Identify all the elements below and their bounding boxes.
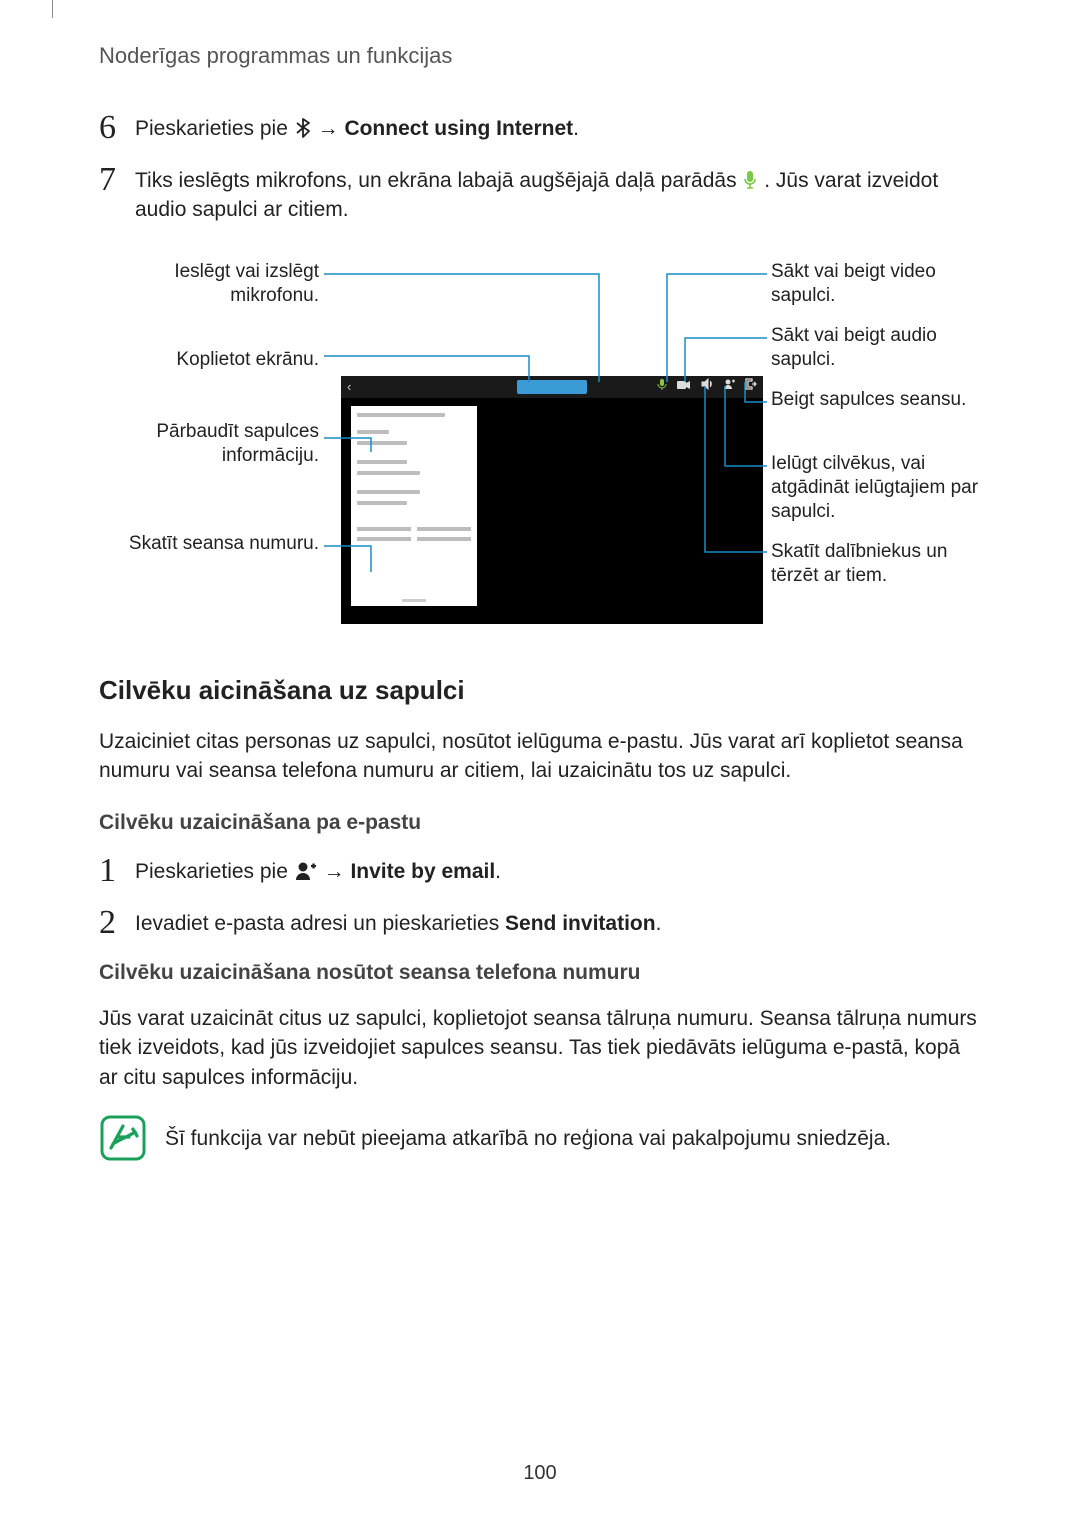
callout-video: Sākt vai beigt video sapulci. (771, 260, 971, 308)
section-title: Cilvēku aicināšana uz sapulci (99, 672, 981, 708)
step-arrow: → (324, 860, 351, 883)
page-number: 100 (0, 1459, 1080, 1487)
step-number: 6 (99, 110, 135, 146)
step-number: 7 (99, 162, 135, 198)
step-invite-1: 1 Pieskarieties pie → Invite by email. (99, 853, 981, 889)
person-add-icon (295, 861, 317, 881)
callout-participants: Skatīt dalībniekus un tērzēt ar tiem. (771, 540, 971, 588)
share-button (517, 380, 587, 394)
period: . (656, 912, 662, 935)
step-arrow: → (318, 117, 345, 140)
note: Šī funkcija var nebūt pieejama atkarībā … (99, 1114, 981, 1170)
callout-end-session: Beigt sapulces seansu. (771, 388, 971, 412)
callout-session-number: Skatīt seansa numuru. (99, 532, 319, 556)
step-invite-2: 2 Ievadiet e-pasta adresi un pieskarieti… (99, 905, 981, 941)
callout-meeting-info: Pārbaudīt sapulces informāciju. (99, 420, 319, 468)
step-6: 6 Pieskarieties pie → Connect using Inte… (99, 110, 981, 146)
period: . (495, 860, 501, 883)
note-text: Šī funkcija var nebūt pieejama atkarībā … (165, 1114, 891, 1153)
step-body: Ievadiet e-pasta adresi un pieskarieties… (135, 905, 981, 938)
step-text: Ievadiet e-pasta adresi un pieskarieties (135, 912, 505, 935)
step-text: Pieskarieties pie (135, 860, 294, 883)
step-body: Tiks ieslēgts mikrofons, un ekrāna labaj… (135, 162, 981, 225)
callout-audio: Sākt vai beigt audio sapulci. (771, 324, 971, 372)
callout-invite: Ielūgt cilvēkus, vai atgādināt ielūgtaji… (771, 452, 983, 523)
subsection-email-title: Cilvēku uzaicināšana pa e-pastu (99, 808, 981, 837)
microphone-icon (743, 170, 757, 190)
step-text: Tiks ieslēgts mikrofons, un ekrāna labaj… (135, 169, 742, 192)
callout-share-screen: Koplietot ekrānu. (99, 348, 319, 372)
callout-mute: Ieslēgt vai izslēgt mikrofonu. (99, 260, 319, 308)
subsection-phone-para: Jūs varat uzaicināt citus uz sapulci, ko… (99, 1004, 981, 1092)
tablet-screenshot: ‹ (341, 376, 763, 624)
bluetooth-icon (295, 118, 311, 138)
send-invitation-label: Send invitation (505, 912, 656, 935)
info-panel (351, 406, 477, 606)
section-para: Uzaiciniet citas personas uz sapulci, no… (99, 727, 981, 786)
back-icon: ‹ (347, 378, 351, 396)
app-topbar: ‹ (341, 376, 763, 398)
page-header: Noderīgas programmas un funkcijas (99, 41, 452, 72)
period: . (573, 117, 579, 140)
connect-using-internet-label: Connect using Internet (344, 117, 573, 140)
speaker-icon (701, 378, 713, 395)
subsection-phone-title: Cilvēku uzaicināšana nosūtot seansa tele… (99, 958, 981, 987)
note-icon (99, 1114, 147, 1170)
step-number: 2 (99, 905, 135, 941)
step-body: Pieskarieties pie → Invite by email. (135, 853, 981, 886)
page-marker (52, 0, 53, 18)
person-add-icon (723, 378, 735, 395)
video-icon (677, 378, 691, 395)
step-text: Pieskarieties pie (135, 117, 294, 140)
topbar-icons (657, 378, 757, 395)
step-number: 1 (99, 853, 135, 889)
step-body: Pieskarieties pie → Connect using Intern… (135, 110, 981, 143)
exit-icon (745, 378, 757, 395)
step-7: 7 Tiks ieslēgts mikrofons, un ekrāna lab… (99, 162, 981, 225)
mic-icon (657, 378, 667, 395)
meeting-diagram: Ieslēgt vai izslēgt mikrofonu. Koplietot… (99, 252, 981, 632)
invite-by-email-label: Invite by email (350, 860, 495, 883)
content-area: 6 Pieskarieties pie → Connect using Inte… (99, 110, 981, 1170)
